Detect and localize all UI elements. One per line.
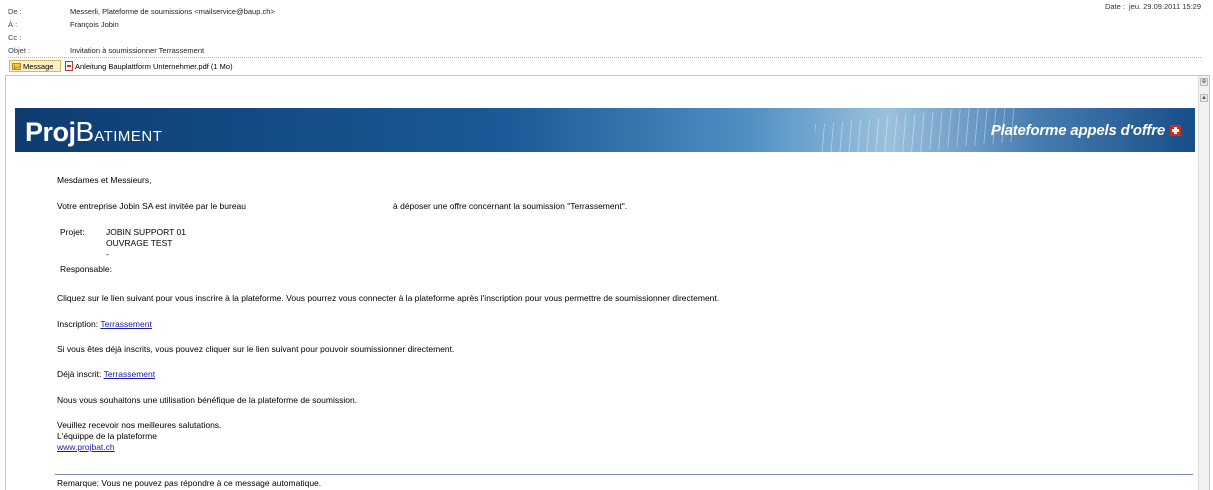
envelope-icon	[12, 62, 21, 70]
message-tab[interactable]: Message	[9, 60, 61, 72]
already-registered-link[interactable]: Terrassement	[104, 369, 156, 379]
cc-label: Cc :	[8, 33, 22, 42]
header-separator	[8, 57, 1201, 58]
inscription-line: Inscription: Terrassement	[57, 319, 152, 329]
instructions-text: Cliquez sur le lien suivant pour vous in…	[57, 293, 720, 303]
message-header: De : Messerli, Plateforme de soumissions…	[0, 0, 1213, 59]
website-line: www.projbat.ch	[57, 442, 115, 452]
invite-text-part1: Votre entreprise Jobin SA est invitée pa…	[57, 201, 247, 211]
projbat-banner: ProjBATIMENT Plateforme appels d'offre	[15, 108, 1195, 152]
swiss-flag-icon	[1170, 125, 1181, 136]
cc-row: Cc :	[0, 32, 1213, 43]
already-registered-label: Déjà inscrit:	[57, 369, 102, 379]
attachment-bar: Message Anleitung Bauplattform Unternehm…	[0, 60, 1213, 73]
already-registered-text: Si vous êtes déjà inscrits, vous pouvez …	[57, 344, 455, 354]
to-value[interactable]: François Jobin	[70, 19, 119, 30]
project-line-3: -	[106, 249, 109, 259]
closing-line-2: L'équippe de la plateforme	[57, 431, 157, 441]
pdf-attachment[interactable]: Anleitung Bauplattform Unternehmer.pdf (…	[65, 60, 233, 72]
greeting: Mesdames et Messieurs,	[57, 175, 152, 185]
scroll-up-button[interactable]: ▲	[1200, 94, 1208, 102]
inscription-label: Inscription:	[57, 319, 99, 329]
remark-text: Remarque: Vous ne pouvez pas répondre à …	[57, 478, 322, 488]
from-label: De :	[8, 7, 22, 16]
date-value: jeu. 29.09.2011 15:29	[1128, 2, 1201, 11]
wish-text: Nous vous souhaitons une utilisation bén…	[57, 395, 358, 405]
footer-divider	[55, 474, 1193, 475]
responsible-label: Responsable:	[60, 264, 112, 274]
pdf-icon	[65, 61, 73, 71]
banner-decoration	[815, 108, 1015, 152]
projbat-logo: ProjBATIMENT	[25, 116, 163, 147]
subject-row: Objet : Invitation à soumissionner Terra…	[0, 45, 1213, 56]
from-row: De : Messerli, Plateforme de soumissions…	[0, 6, 1213, 17]
project-line-2: OUVRAGE TEST	[106, 238, 173, 248]
banner-tagline: Plateforme appels d'offre	[991, 122, 1181, 139]
to-label: À :	[8, 20, 18, 29]
project-line-1: JOBIN SUPPORT 01	[106, 227, 186, 237]
already-registered-line: Déjà inscrit: Terrassement	[57, 369, 155, 379]
date-label: Date :	[1104, 2, 1125, 11]
zoom-icon[interactable]: ⊕	[1200, 78, 1208, 86]
vertical-scrollbar[interactable]: ⊕ ▲	[1198, 76, 1209, 490]
subject-label: Objet :	[8, 46, 31, 55]
to-row: À : François Jobin	[0, 19, 1213, 30]
attachment-filename: Anleitung Bauplattform Unternehmer.pdf (…	[75, 61, 233, 71]
inscription-link[interactable]: Terrassement	[100, 319, 152, 329]
subject-value: Invitation à soumissionner Terrassement	[70, 46, 205, 55]
closing-line-1: Veuillez recevoir nos meilleures salutat…	[57, 420, 222, 430]
message-tab-label: Message	[23, 61, 54, 71]
website-link[interactable]: www.projbat.ch	[57, 442, 115, 452]
invite-text-part2: à déposer une offre concernant la soumis…	[393, 201, 628, 211]
date-field: Date : jeu. 29.09.2011 15:29	[1101, 2, 1201, 11]
project-label: Projet:	[60, 227, 85, 237]
from-value[interactable]: Messerli, Plateforme de soumissions <mai…	[70, 6, 275, 17]
